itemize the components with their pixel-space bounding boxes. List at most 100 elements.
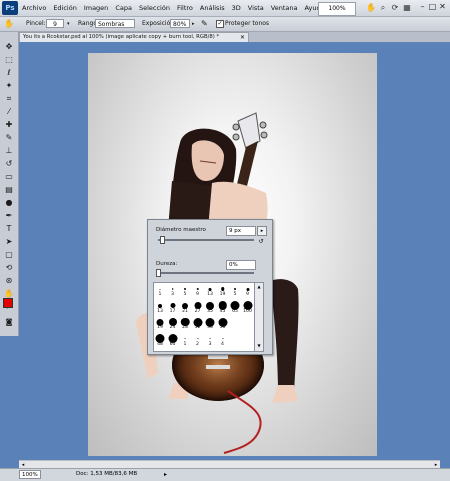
menu-seleccion[interactable]: Selección xyxy=(139,0,170,16)
menu-capa[interactable]: Capa xyxy=(115,0,132,16)
diameter-slider[interactable] xyxy=(158,239,254,241)
quick-select-icon[interactable]: ✦ xyxy=(4,81,14,91)
foreground-color-swatch[interactable] xyxy=(3,298,13,308)
shape-icon[interactable]: ▢ xyxy=(4,250,14,260)
hardness-slider-thumb[interactable] xyxy=(156,269,161,277)
menu-edicion[interactable]: Edición xyxy=(53,0,77,16)
brush-preset-cell[interactable]: 5 xyxy=(229,284,241,297)
minimize-button[interactable]: – xyxy=(418,2,427,12)
brush-tip-dot xyxy=(159,288,161,290)
pen-icon[interactable]: ✒ xyxy=(4,211,14,221)
brush-preset-cell[interactable]: 9 xyxy=(192,284,204,297)
healing-icon[interactable]: ✚ xyxy=(4,120,14,130)
chevron-up-icon[interactable]: ▲ xyxy=(256,284,262,289)
3d-orbit-icon[interactable]: ⊛ xyxy=(4,276,14,286)
brush-preset-cell[interactable]: 24 xyxy=(167,317,179,330)
brush-preset-cell[interactable] xyxy=(242,317,254,330)
history-brush-icon[interactable]: ↺ xyxy=(4,159,14,169)
brush-size-label: 17 xyxy=(169,308,176,314)
burn-icon[interactable]: ● xyxy=(4,198,14,208)
quick-mask-icon[interactable]: ◙ xyxy=(4,317,14,327)
brush-preset-cell[interactable]: 2 xyxy=(192,334,204,347)
path-select-icon[interactable]: ➤ xyxy=(4,237,14,247)
type-icon[interactable]: T xyxy=(4,224,14,234)
chevron-down-icon[interactable]: ▸ xyxy=(192,20,195,28)
brush-size-picker[interactable]: 9 xyxy=(46,19,64,28)
close-button[interactable]: ✕ xyxy=(438,2,447,12)
zoom-icon[interactable]: ⌕ xyxy=(378,3,388,13)
proteger-checkbox[interactable]: ✓ xyxy=(216,20,224,28)
diameter-field[interactable]: 9 px xyxy=(226,226,256,236)
brush-preset-cell[interactable]: 32 xyxy=(192,317,204,330)
document-tab[interactable]: You its a Rcokstar.psd al 100% (image ap… xyxy=(19,32,249,42)
burn-tool-icon[interactable]: ✋ xyxy=(4,19,16,29)
brush-preset-cell[interactable] xyxy=(229,317,241,330)
brush-preset-cell[interactable]: 9 xyxy=(242,284,254,297)
brush-preset-cell[interactable]: 65 xyxy=(229,301,241,314)
menu-archivo[interactable]: Archivo xyxy=(22,0,46,16)
rotate-view-icon[interactable]: ⟳ xyxy=(390,3,400,13)
brush-preset-cell[interactable]: 3 xyxy=(204,334,216,347)
close-tab-icon[interactable]: ✕ xyxy=(240,33,245,42)
arrow-right-icon[interactable]: ▸ xyxy=(257,226,267,236)
zoom-select[interactable]: 100% xyxy=(318,2,356,16)
menu-vista[interactable]: Vista xyxy=(248,0,264,16)
brush-preset-cell[interactable]: 3 xyxy=(167,284,179,297)
brush-preset-cell[interactable]: 48 xyxy=(154,334,166,347)
eraser-icon[interactable]: ▭ xyxy=(4,172,14,182)
brush-preset-cell[interactable]: 33 xyxy=(204,317,216,330)
move-icon[interactable]: ✥ xyxy=(4,42,14,52)
menu-ventana[interactable]: Ventana xyxy=(271,0,298,16)
diameter-slider-thumb[interactable] xyxy=(160,236,165,244)
brush-tip-dot xyxy=(222,338,223,339)
arrange-icon[interactable]: ▦ xyxy=(402,3,412,13)
brush-preset-cell[interactable]: 17 xyxy=(167,301,179,314)
chevron-down-icon[interactable]: ▼ xyxy=(256,343,262,348)
brush-preset-cell[interactable]: 5 xyxy=(179,284,191,297)
brush-preset-cell[interactable]: 19 xyxy=(217,284,229,297)
hand-icon[interactable]: ✋ xyxy=(366,3,376,13)
brush-preset-cell[interactable]: 19 xyxy=(154,317,166,330)
gradient-icon[interactable]: ▤ xyxy=(4,185,14,195)
brush-preset-cell[interactable]: 4 xyxy=(217,334,229,347)
brush-preset-cell[interactable]: 45 xyxy=(217,301,229,314)
menu-filtro[interactable]: Filtro xyxy=(177,0,193,16)
brush-preset-cell[interactable]: 100 xyxy=(242,301,254,314)
brush-icon[interactable]: ✎ xyxy=(4,133,14,143)
brush-preset-cell[interactable]: 60 xyxy=(167,334,179,347)
chevron-down-icon[interactable]: ▾ xyxy=(67,20,70,28)
brush-preset-cell[interactable] xyxy=(229,334,241,347)
marquee-icon[interactable]: ⬚ xyxy=(4,55,14,65)
crop-icon[interactable]: ⌗ xyxy=(4,94,14,104)
brush-preset-cell[interactable]: 1 xyxy=(179,334,191,347)
brush-preset-cell[interactable]: 13 xyxy=(204,284,216,297)
menu-analisis[interactable]: Análisis xyxy=(200,0,225,16)
maximize-button[interactable]: □ xyxy=(428,2,437,12)
brush-preset-cell[interactable]: 36 xyxy=(217,317,229,330)
clone-stamp-icon[interactable]: ⊥ xyxy=(4,146,14,156)
status-zoom-field[interactable]: 100% xyxy=(19,470,41,479)
brush-preset-cell[interactable]: 35 xyxy=(204,301,216,314)
menu-imagen[interactable]: Imagen xyxy=(84,0,108,16)
reset-icon[interactable]: ↺ xyxy=(257,238,265,246)
menu-3d[interactable]: 3D xyxy=(232,0,241,16)
brush-size-label: 45 xyxy=(219,308,226,314)
brush-preset-cell[interactable] xyxy=(242,334,254,347)
app-logo: Ps xyxy=(2,1,18,15)
exposicion-field[interactable]: 80% xyxy=(170,19,190,28)
hardness-slider[interactable] xyxy=(158,272,254,274)
vertical-scrollbar[interactable] xyxy=(440,42,450,468)
chevron-right-icon[interactable]: ▸ xyxy=(164,469,167,480)
lasso-icon[interactable]: ℓ xyxy=(4,68,14,78)
eyedropper-icon[interactable]: ⁄ xyxy=(4,107,14,117)
airbrush-icon[interactable]: ✎ xyxy=(201,19,211,29)
rango-select[interactable]: Sombras xyxy=(95,19,135,28)
3d-rotate-icon[interactable]: ⟲ xyxy=(4,263,14,273)
brush-preset-cell[interactable]: 1 xyxy=(154,284,166,297)
brush-preset-cell[interactable]: 21 xyxy=(179,301,191,314)
brush-preset-cell[interactable]: 28 xyxy=(179,317,191,330)
preset-scrollbar[interactable]: ▲ ▼ xyxy=(254,282,264,352)
brush-preset-cell[interactable]: 27 xyxy=(192,301,204,314)
brush-preset-cell[interactable]: 13 xyxy=(154,301,166,314)
hardness-field[interactable]: 0% xyxy=(226,260,256,270)
